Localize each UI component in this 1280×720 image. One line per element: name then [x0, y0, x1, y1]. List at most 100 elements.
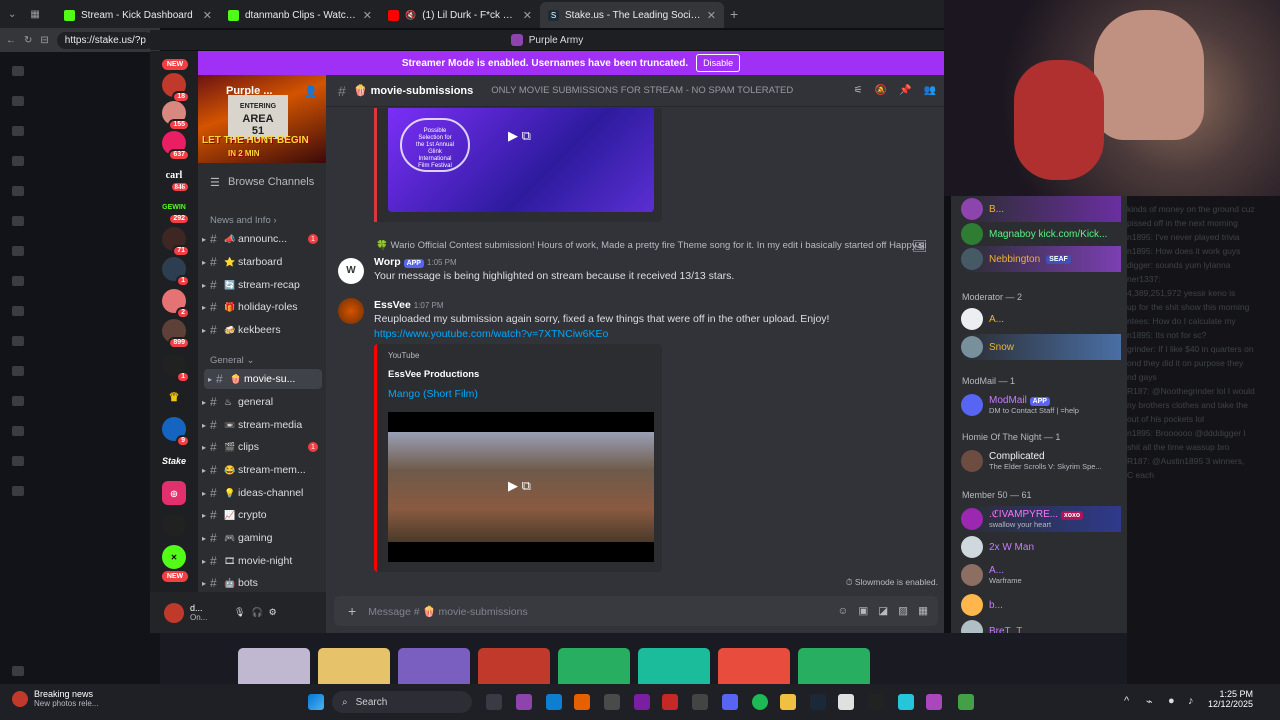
close-icon[interactable]: ✕ [363, 9, 372, 22]
close-icon[interactable]: ✕ [523, 9, 532, 22]
server-icon[interactable]: 1 [162, 353, 190, 383]
close-icon[interactable]: ✕ [707, 9, 716, 22]
game-tile[interactable] [478, 648, 550, 688]
member-row[interactable]: ModMail APP DM to Contact Staff | =help [961, 392, 1121, 418]
gewin-server-icon[interactable]: GEWIN 292 [162, 195, 190, 225]
news-widget[interactable]: Breaking news New photos rele... [12, 689, 98, 708]
game-tile[interactable] [238, 648, 310, 688]
spotify-icon[interactable] [752, 694, 768, 710]
close-icon[interactable]: ✕ [203, 9, 212, 22]
server-icon[interactable] [162, 513, 186, 537]
server-icon[interactable]: 18 [162, 73, 190, 103]
tab-group-icon[interactable]: ▦ [30, 9, 39, 20]
reply-preview[interactable]: 🍀 Wario Official Contest submission! Hou… [376, 240, 926, 251]
volume-icon[interactable]: ♪ [1188, 695, 1194, 707]
member-row[interactable]: A... Warframe [961, 562, 1121, 588]
author-name[interactable]: Worp [374, 256, 401, 268]
network-icon[interactable]: ⌁ [1146, 695, 1153, 708]
crown-server-icon[interactable]: ♛ [162, 385, 186, 409]
game-tile[interactable] [798, 648, 870, 688]
server-icon[interactable]: 637 [162, 131, 190, 161]
app-icon[interactable] [692, 694, 708, 710]
disable-streamer-mode-button[interactable]: Disable [696, 54, 741, 72]
game-tile[interactable] [718, 648, 790, 688]
app-icon[interactable] [516, 694, 532, 710]
taskbar-search[interactable]: ⌕ Search [332, 691, 472, 713]
embed-author[interactable]: EssVee Productions [388, 369, 479, 380]
game-tile[interactable] [558, 648, 630, 688]
member-row[interactable]: 2x W Man [961, 534, 1121, 560]
author-name[interactable]: EssVee [374, 299, 411, 311]
channel-stream-mem[interactable]: ▸ # 😂 stream-mem... [198, 460, 326, 480]
member-row[interactable]: A... [961, 306, 1121, 332]
game-tile[interactable] [398, 648, 470, 688]
threads-icon[interactable]: ⚟ [854, 85, 863, 96]
app-icon[interactable] [898, 694, 914, 710]
add-member-icon[interactable]: 👤 [304, 85, 318, 98]
category-news[interactable]: News and Info › [210, 215, 277, 226]
instagram-server-icon[interactable]: ◎ [162, 481, 186, 505]
server-icon[interactable]: 155 [162, 101, 190, 131]
member-row[interactable]: Nebbington SEAF [961, 246, 1121, 272]
kick-server-icon[interactable]: ✕ [162, 545, 186, 569]
recent-icon[interactable] [12, 156, 24, 166]
app-icon[interactable] [926, 694, 942, 710]
channel-kekbeers[interactable]: ▸ # 🍻 kekbeers [198, 320, 326, 340]
member-row[interactable]: Complicated The Elder Scrolls V: Skyrim … [961, 448, 1121, 474]
member-row[interactable]: Magnaboy kick.com/Kick... [961, 221, 1121, 247]
new-tab-icon[interactable]: + [730, 6, 738, 22]
server-icon[interactable]: 2 [162, 289, 190, 319]
file-explorer-icon[interactable] [780, 694, 796, 710]
channel-holiday-roles[interactable]: ▸ # 🎁 holiday-roles [198, 297, 326, 317]
member-row[interactable]: .ℭIVAMPYRE... xoxo swallow your heart [961, 506, 1121, 532]
trophy-icon[interactable] [12, 426, 24, 436]
grid-icon[interactable] [12, 486, 24, 496]
game-tile[interactable] [638, 648, 710, 688]
steam-icon[interactable] [810, 694, 826, 710]
gift-icon[interactable] [12, 246, 24, 256]
member-row[interactable]: Snow [961, 334, 1121, 360]
member-row[interactable]: b... [961, 592, 1121, 618]
apps-icon[interactable]: ▦ [918, 605, 928, 617]
channel-stream-recap[interactable]: ▸ # 🔄 stream-recap [198, 275, 326, 295]
channel-bots[interactable]: ▸ # 🤖 bots [198, 573, 326, 593]
vip-icon[interactable] [12, 456, 24, 466]
discord-icon[interactable] [722, 694, 738, 710]
browser-tab-stake[interactable]: S Stake.us - The Leading Social Casino ✕ [540, 2, 724, 28]
clock[interactable]: 1:25 PM 12/12/2025 [1208, 689, 1253, 709]
carl-server-icon[interactable]: carl 846 [162, 163, 190, 193]
mute-bell-icon[interactable]: 🔕 [875, 85, 887, 96]
edge-icon[interactable] [546, 694, 562, 710]
gif-icon[interactable]: ▣ [858, 605, 868, 617]
slots-icon[interactable] [12, 306, 24, 316]
app-icon[interactable] [634, 694, 650, 710]
headphones-icon[interactable]: 🎧 [251, 607, 262, 618]
tab-search-icon[interactable]: ⌄ [8, 9, 16, 20]
embed-title[interactable]: Mango (Short Film) [388, 388, 478, 400]
play-icon[interactable]: ▶ ⧉ [508, 478, 531, 494]
channel-general[interactable]: ▸ # ♨ general [198, 392, 326, 412]
channel-stream-media[interactable]: ▸ # 📼 stream-media [198, 415, 326, 435]
message-input[interactable]: Message # 🍿 movie-submissions [368, 605, 825, 618]
reload-icon[interactable]: ↻ [24, 35, 32, 46]
channel-crypto[interactable]: ▸ # 📈 crypto [198, 505, 326, 525]
live-icon[interactable] [12, 336, 24, 346]
settings-icon[interactable] [12, 666, 24, 676]
address-bar[interactable]: https://stake.us/?p [56, 31, 154, 49]
pin-icon[interactable]: 📌 [899, 85, 911, 96]
server-banner[interactable]: Purple ... ENTERING AREA 51 LET THE HUNT… [198, 75, 326, 163]
avatar[interactable] [338, 298, 364, 324]
video-thumbnail[interactable]: Possible Selection for the 1st Annual Gl… [388, 108, 654, 212]
image-icon[interactable]: ▨ [898, 605, 908, 617]
browser-tab-youtube[interactable]: 🔇 (1) Lil Durk - F*ck U Thought ✕ [380, 2, 540, 28]
server-icon[interactable]: 899 [162, 319, 190, 349]
attach-plus-icon[interactable]: + [348, 603, 356, 619]
server-icon[interactable]: 71 [162, 227, 190, 257]
menu-icon[interactable] [12, 66, 24, 76]
browse-channels[interactable]: ☰ Browse Channels [198, 172, 326, 192]
emoji-icon[interactable]: ☺ [838, 605, 849, 617]
play-icon[interactable]: ▶ ⧉ [508, 128, 531, 144]
sticker-icon[interactable]: ◪ [878, 605, 888, 617]
browser-tab-kick-clips[interactable]: dtanmanb Clips - Watch Live on Kick ✕ [220, 2, 380, 28]
bets-icon[interactable] [12, 216, 24, 226]
